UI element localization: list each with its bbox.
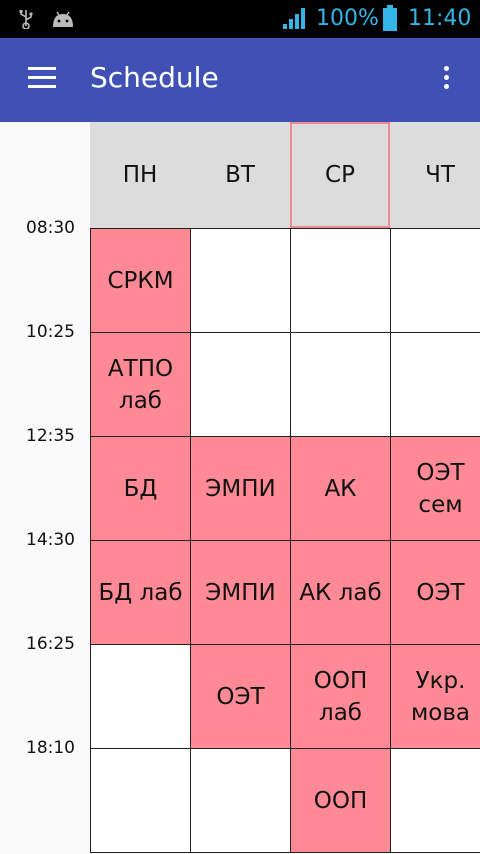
clock: 11:40 (408, 6, 472, 31)
empty-cell[interactable] (390, 332, 480, 437)
time-label: 18:10 (26, 738, 75, 758)
class-cell[interactable]: Укр. мова (390, 644, 480, 749)
time-label: 12:35 (26, 426, 75, 446)
class-label: АК лаб (299, 579, 382, 606)
class-cell[interactable]: АК (290, 436, 391, 541)
battery-percent: 100% (316, 6, 379, 31)
class-label: ОЭТ (416, 579, 465, 606)
empty-cell[interactable] (390, 228, 480, 333)
page-title: Schedule (90, 61, 219, 94)
class-cell[interactable]: ООП (290, 748, 391, 853)
empty-cell[interactable] (390, 748, 480, 853)
class-cell[interactable]: ОЭТ сем (390, 436, 480, 541)
class-cell[interactable]: ОЭТ (190, 644, 291, 749)
class-label: БД (123, 475, 158, 502)
status-bar: 100% 11:40 (0, 0, 480, 38)
app-bar: Schedule (0, 38, 480, 122)
class-cell[interactable]: ЭМПИ (190, 436, 291, 541)
class-label: Укр. мова (410, 667, 471, 726)
hamburger-menu-icon[interactable] (28, 67, 56, 89)
empty-cell[interactable] (90, 644, 191, 749)
class-label: ООП лаб (313, 667, 368, 726)
class-label: ЭМПИ (205, 579, 276, 606)
class-cell[interactable]: БД (90, 436, 191, 541)
empty-cell[interactable] (290, 332, 391, 437)
class-cell[interactable]: БД лаб (90, 540, 191, 645)
class-cell[interactable]: ЭМПИ (190, 540, 291, 645)
day-header-4[interactable]: ЧТ (390, 122, 480, 228)
class-cell[interactable]: СРКМ (90, 228, 191, 333)
class-cell[interactable]: АК лаб (290, 540, 391, 645)
day-header-2[interactable]: ВТ (190, 122, 290, 228)
empty-cell[interactable] (290, 228, 391, 333)
usb-icon (19, 10, 33, 29)
day-header-1[interactable]: ПН (90, 122, 190, 228)
empty-cell[interactable] (90, 748, 191, 853)
time-label: 08:30 (26, 218, 75, 238)
android-icon (53, 11, 73, 27)
class-cell[interactable]: ОЭТ (390, 540, 480, 645)
schedule-grid: ПН ВТ СР ЧТ 08:30 10:25 12:35 14:30 16:25 18:10 СР… (0, 122, 480, 854)
class-label: ЭМПИ (205, 475, 276, 502)
time-label: 10:25 (26, 322, 75, 342)
time-label: 14:30 (26, 530, 75, 550)
class-label: БД лаб (98, 579, 183, 606)
class-label: СРКМ (107, 267, 174, 294)
battery-icon (383, 5, 397, 31)
class-cell[interactable]: АТПО лаб (90, 332, 191, 437)
time-label: 16:25 (26, 634, 75, 654)
empty-cell[interactable] (190, 332, 291, 437)
empty-cell[interactable] (190, 748, 291, 853)
class-label: ООП (313, 787, 368, 814)
signal-icon (283, 8, 305, 29)
class-label: АТПО лаб (107, 355, 174, 414)
overflow-menu-icon[interactable] (438, 66, 454, 94)
empty-cell[interactable] (190, 228, 291, 333)
class-label: ОЭТ (216, 683, 265, 710)
class-label: АК (324, 475, 357, 502)
class-label: ОЭТ сем (416, 459, 465, 518)
day-header-3[interactable]: СР (290, 122, 390, 228)
class-cell[interactable]: ООП лаб (290, 644, 391, 749)
